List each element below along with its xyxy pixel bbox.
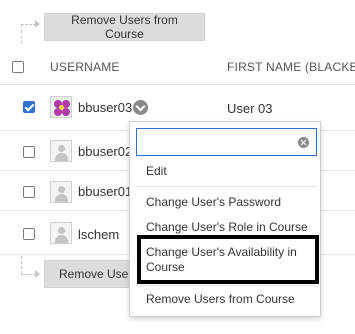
chevron-down-icon[interactable] <box>133 100 148 115</box>
remove-users-button-top[interactable]: Remove Users from Course <box>44 13 205 41</box>
user-context-menu: Edit Change User's Password Change User'… <box>129 121 321 317</box>
column-header-username[interactable]: USERNAME <box>50 60 120 74</box>
username-cell[interactable]: bbuser01 <box>78 184 132 199</box>
column-header-first-name[interactable]: FIRST NAME (BLACKBOA <box>227 60 355 74</box>
menu-item-change-availability[interactable]: Change User's Availability in Course <box>146 245 304 275</box>
row-checkbox-bbuser02[interactable] <box>23 146 35 158</box>
menu-search-field[interactable] <box>136 128 317 156</box>
connector-line <box>21 256 22 274</box>
menu-item-change-role[interactable]: Change User's Role in Course <box>146 220 308 235</box>
username-cell[interactable]: lschem <box>78 227 119 242</box>
arrow-right-icon <box>35 270 40 278</box>
clear-icon[interactable] <box>298 137 309 148</box>
row-checkbox-lschem[interactable] <box>23 228 35 240</box>
divider <box>0 84 355 85</box>
menu-divider <box>136 285 317 286</box>
avatar <box>50 96 72 118</box>
connector-line <box>21 24 36 25</box>
connector-line <box>21 24 22 44</box>
menu-item-remove-users[interactable]: Remove Users from Course <box>146 292 295 307</box>
username-cell[interactable]: bbuser02 <box>78 144 132 159</box>
arrow-right-icon <box>35 20 40 28</box>
connector-line <box>21 274 36 275</box>
menu-divider <box>136 186 317 187</box>
select-all-checkbox[interactable] <box>12 61 24 73</box>
avatar <box>50 140 72 162</box>
menu-item-change-password[interactable]: Change User's Password <box>146 195 281 210</box>
menu-search-input[interactable] <box>137 129 287 155</box>
row-checkbox-bbuser03[interactable] <box>23 101 35 113</box>
first-name-cell: User 03 <box>227 101 273 116</box>
avatar <box>50 181 72 203</box>
menu-item-edit[interactable]: Edit <box>146 164 167 179</box>
avatar <box>50 222 72 244</box>
row-checkbox-bbuser01[interactable] <box>23 186 35 198</box>
username-cell[interactable]: bbuser03 <box>78 100 132 115</box>
